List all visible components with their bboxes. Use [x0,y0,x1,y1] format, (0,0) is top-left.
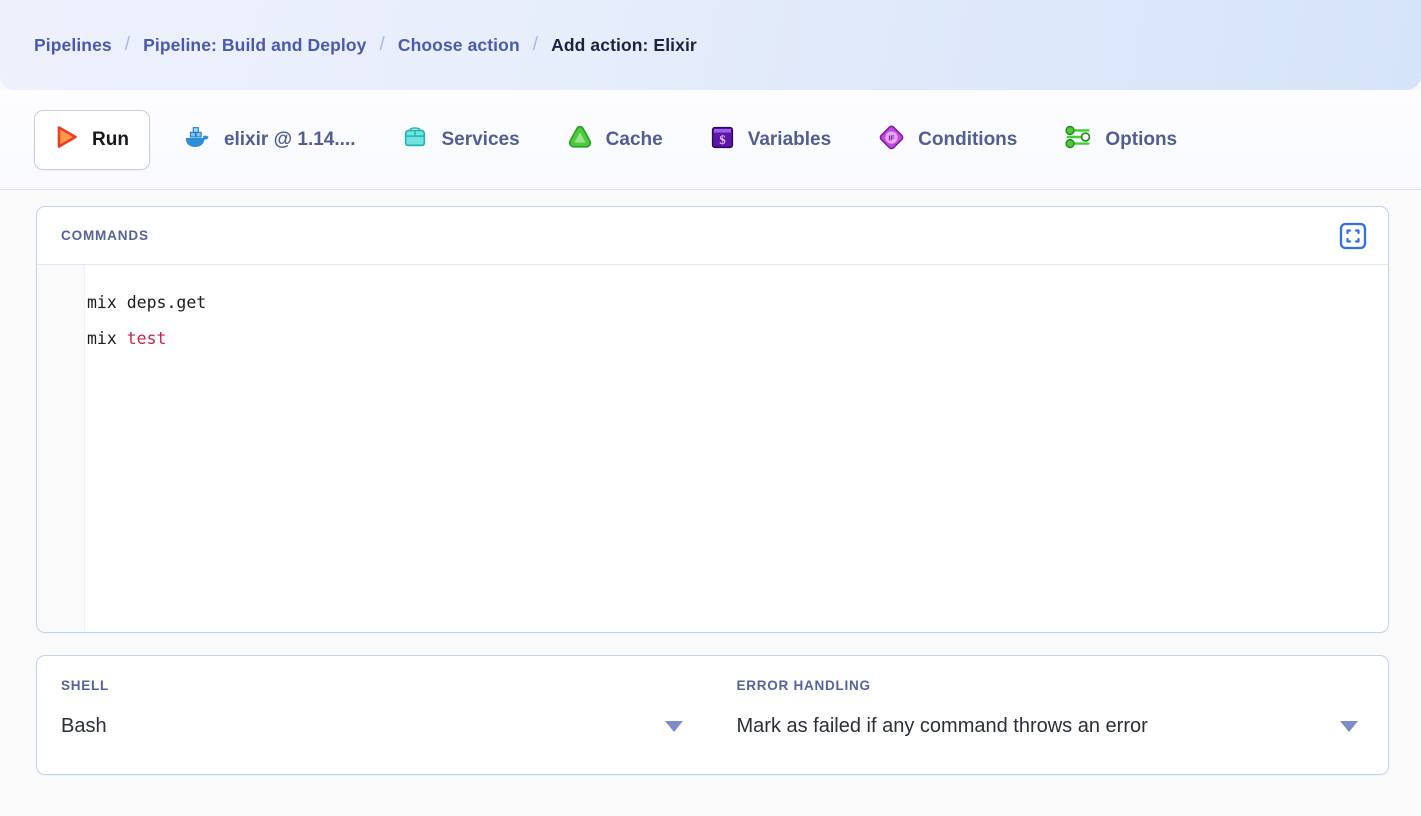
breadcrumb-separator: / [124,34,131,55]
editor-gutter [37,265,85,632]
commands-panel-header: COMMANDS [37,207,1388,265]
breadcrumb-separator: / [379,34,385,55]
breadcrumb-separator: / [532,34,539,55]
error-handling-select-value: Mark as failed if any command throws an … [736,715,1148,737]
commands-editor[interactable]: mix deps.get mix test [37,265,1388,632]
action-tab-bar: Run elixir @ 1.14.... Services Cache $ V… [0,90,1421,190]
settings-panel: SHELL Bash ERROR HANDLING Mark as failed… [36,655,1389,775]
breadcrumb-item-choose-action[interactable]: Choose action [398,35,520,56]
services-crate-icon [401,123,429,156]
chevron-down-icon[interactable] [664,721,683,732]
tab-options-label: Options [1105,128,1178,150]
page-header: Pipelines / Pipeline: Build and Deploy /… [0,0,1421,90]
tab-run[interactable]: Run [34,109,150,170]
breadcrumb: Pipelines / Pipeline: Build and Deploy /… [34,34,697,56]
options-sliders-icon [1063,124,1093,155]
tab-variables[interactable]: $ Variables [695,110,845,170]
cache-triangle-icon [566,123,594,156]
action-config-body: COMMANDS mix deps.get mix test SHELL Bas… [0,190,1421,816]
fullscreen-expand-icon[interactable] [1336,219,1370,253]
breadcrumb-item-pipeline-build-and-deploy[interactable]: Pipeline: Build and Deploy [143,35,366,56]
breadcrumb-item-add-action-elixir: Add action: Elixir [551,34,697,55]
conditions-if-diamond-icon: IF [877,123,906,157]
error-handling-field: ERROR HANDLING Mark as failed if any com… [713,656,1389,774]
shell-label: SHELL [61,678,110,693]
docker-whale-icon [182,122,212,157]
tab-variables-label: Variables [747,128,832,150]
shell-select[interactable]: Bash [61,715,689,738]
chevron-down-icon[interactable] [1340,721,1358,732]
variables-dollar-icon: $ [709,124,736,156]
tab-elixir-version[interactable]: elixir @ 1.14.... [168,110,370,170]
code-line-text: mix deps.get [87,293,207,312]
tab-elixir-version-label: elixir @ 1.14.... [223,128,356,150]
editor-code-area[interactable]: mix deps.get mix test [85,265,1388,632]
error-handling-label: ERROR HANDLING [736,678,871,693]
svg-text:$: $ [719,132,725,146]
breadcrumb-item-pipelines[interactable]: Pipelines [34,35,112,56]
shell-select-value: Bash [61,715,107,737]
error-handling-select[interactable]: Mark as failed if any command throws an … [737,715,1365,738]
tab-services[interactable]: Services [387,110,533,170]
code-line: mix deps.get [85,285,1388,321]
code-token-highlight: test [126,329,167,348]
tab-conditions-label: Conditions [918,128,1018,150]
tab-cache-label: Cache [605,128,663,150]
tab-options[interactable]: Options [1049,110,1191,170]
code-line-text: mix [87,329,127,348]
tab-services-label: Services [441,128,520,150]
shell-field: SHELL Bash [37,656,713,774]
tab-cache[interactable]: Cache [552,110,677,170]
svg-text:IF: IF [888,134,895,142]
tab-run-label: Run [92,128,129,150]
code-line: mix test [85,321,1388,357]
tab-conditions[interactable]: IF Conditions [863,110,1031,170]
commands-title: COMMANDS [61,228,149,243]
play-icon [51,122,81,157]
commands-panel: COMMANDS mix deps.get mix test [36,206,1389,633]
